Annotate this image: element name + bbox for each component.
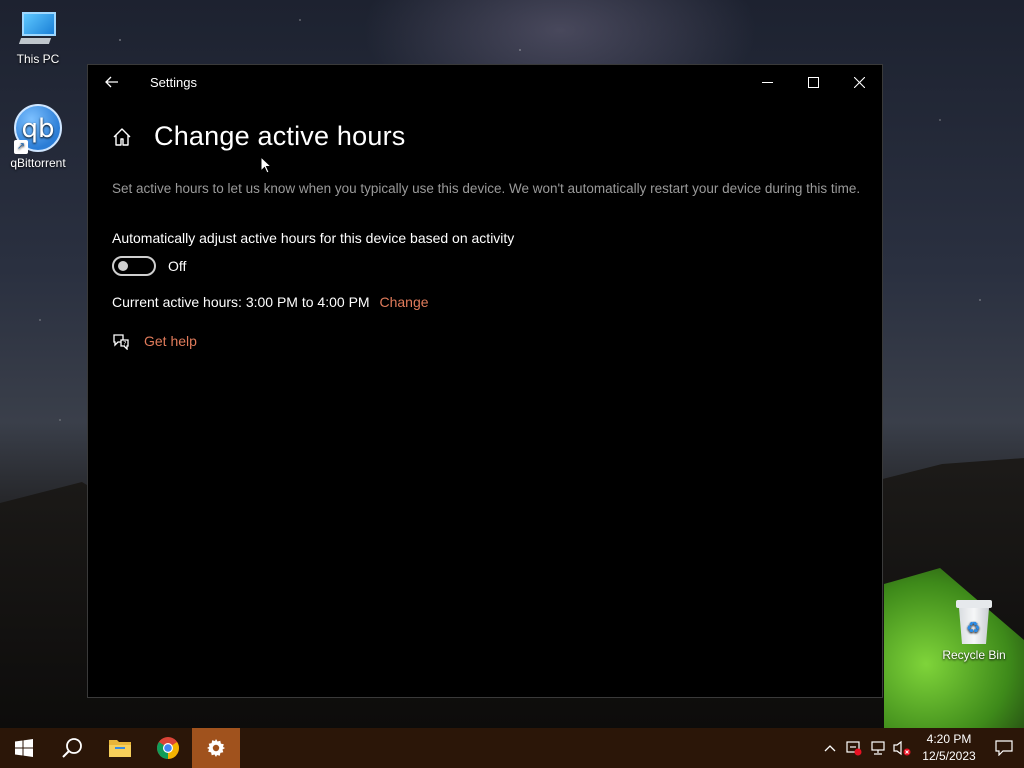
folder-icon [109, 740, 131, 757]
tray-security-button[interactable] [842, 728, 866, 768]
windows-logo-icon [15, 739, 33, 757]
notification-icon [995, 740, 1013, 756]
chrome-icon [157, 737, 179, 759]
search-button[interactable] [48, 728, 96, 768]
computer-icon [16, 10, 60, 48]
close-button[interactable] [836, 65, 882, 99]
auto-adjust-toggle[interactable] [112, 256, 156, 276]
chevron-up-icon [824, 745, 836, 752]
desktop-icon-label: Recycle Bin [942, 648, 1006, 662]
get-help-icon: ? [113, 334, 129, 350]
close-icon [853, 76, 865, 88]
title-bar: Settings [88, 65, 882, 99]
minimize-button[interactable] [744, 65, 790, 99]
start-button[interactable] [0, 728, 48, 768]
file-explorer-button[interactable] [96, 728, 144, 768]
clock-date: 12/5/2023 [922, 749, 976, 763]
desktop-icon-label: This PC [16, 52, 60, 66]
page-description: Set active hours to let us know when you… [112, 181, 861, 196]
system-tray: 4:20 PM 12/5/2023 [818, 728, 1024, 768]
gear-icon [207, 739, 225, 757]
show-hidden-icons-button[interactable] [818, 728, 842, 768]
volume-muted-icon [893, 740, 911, 756]
chrome-button[interactable] [144, 728, 192, 768]
minimize-icon [761, 81, 773, 83]
taskbar-clock[interactable]: 4:20 PM 12/5/2023 [914, 731, 984, 765]
maximize-icon [807, 76, 819, 88]
home-icon[interactable] [112, 127, 132, 147]
desktop-icon-recycle-bin[interactable]: ♻ Recycle Bin [936, 600, 1012, 662]
desktop-icon-this-pc[interactable]: This PC [0, 10, 76, 66]
back-button[interactable] [88, 65, 136, 99]
clock-time: 4:20 PM [926, 732, 972, 746]
qbittorrent-icon: qb ↗ [14, 104, 62, 154]
settings-window: Settings Change active hours Set active … [87, 64, 883, 698]
security-alert-icon [846, 741, 862, 756]
toggle-state-label: Off [168, 258, 187, 274]
tray-network-button[interactable] [866, 728, 890, 768]
back-arrow-icon [105, 76, 118, 88]
current-hours-text: Current active hours: 3:00 PM to 4:00 PM [112, 294, 370, 310]
page-title: Change active hours [154, 121, 406, 151]
svg-text:?: ? [123, 341, 126, 348]
change-hours-link[interactable]: Change [379, 294, 428, 310]
tray-volume-button[interactable] [890, 728, 914, 768]
desktop-icon-qbittorrent[interactable]: qb ↗ qBittorrent [0, 104, 76, 170]
network-icon [871, 741, 885, 755]
desktop-icon-label: qBittorrent [10, 156, 66, 170]
auto-adjust-label: Automatically adjust active hours for th… [112, 230, 515, 246]
settings-taskbar-button[interactable] [192, 728, 240, 768]
toggle-knob [118, 261, 128, 271]
search-icon [62, 738, 82, 758]
window-title: Settings [150, 74, 197, 90]
maximize-button[interactable] [790, 65, 836, 99]
mouse-cursor-icon [260, 156, 272, 174]
get-help-link[interactable]: Get help [144, 333, 197, 349]
recycle-bin-icon: ♻ [956, 600, 992, 644]
shortcut-arrow-icon: ↗ [14, 140, 28, 154]
action-center-button[interactable] [984, 728, 1024, 768]
taskbar: 4:20 PM 12/5/2023 [0, 728, 1024, 768]
